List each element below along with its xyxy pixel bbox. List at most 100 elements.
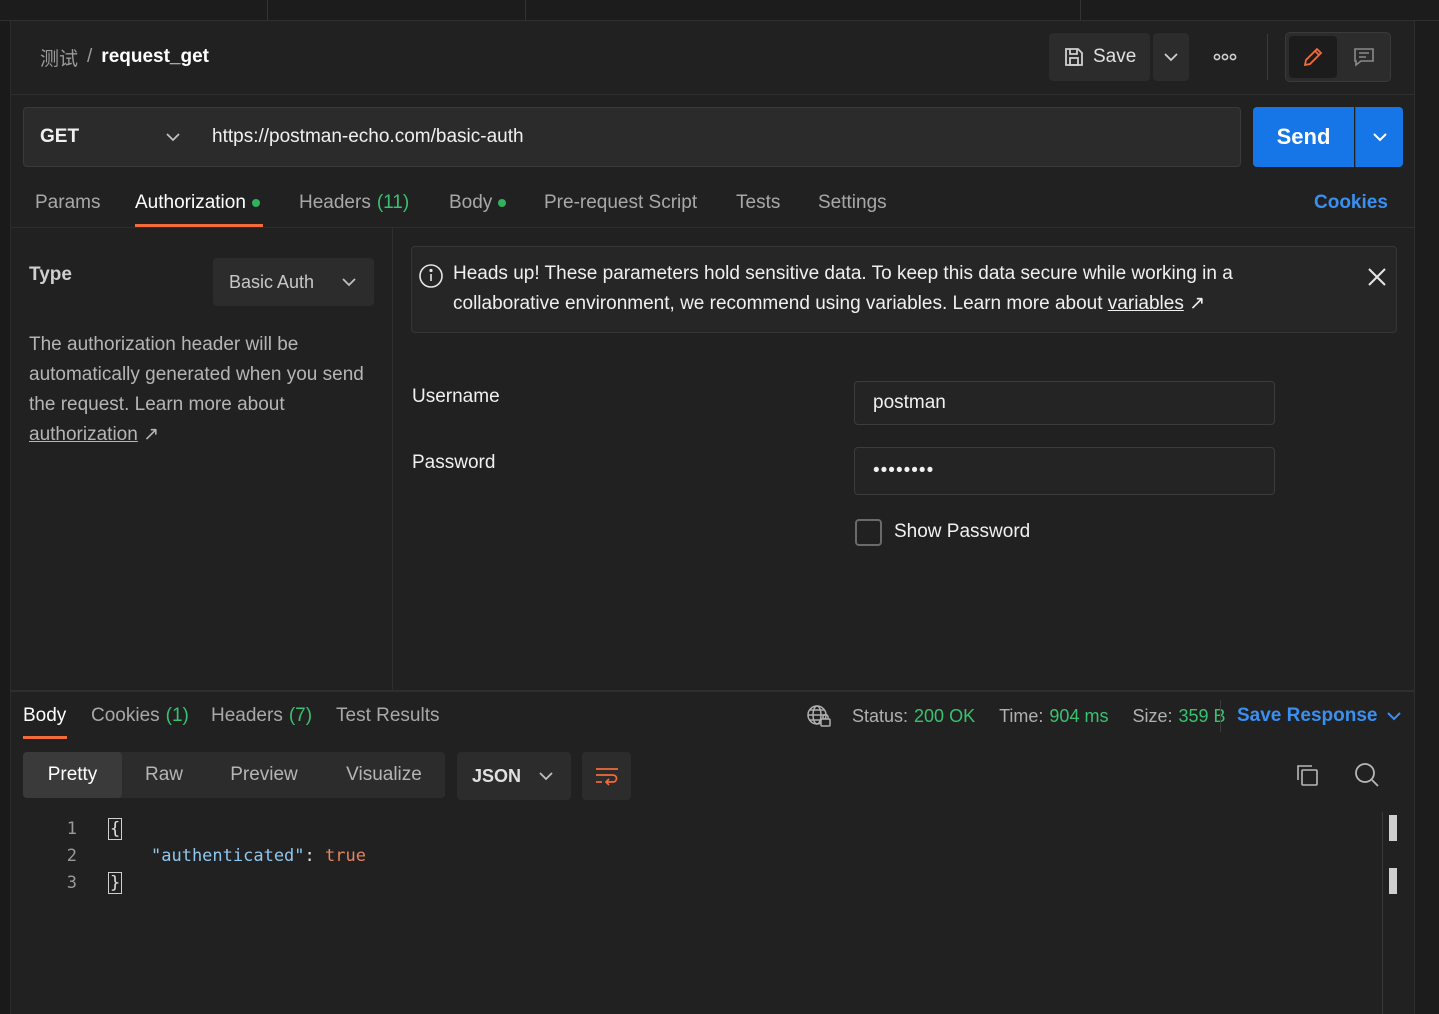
banner-message: Heads up! These parameters hold sensitiv…: [453, 259, 1333, 319]
show-password-checkbox[interactable]: [855, 519, 882, 546]
tab-tests[interactable]: Tests: [736, 190, 780, 216]
username-input[interactable]: postman: [854, 381, 1275, 425]
tab-settings[interactable]: Settings: [818, 190, 887, 216]
copy-icon: [1293, 761, 1321, 789]
chevron-down-icon: [342, 277, 356, 287]
password-input[interactable]: ••••••••: [854, 447, 1275, 495]
line-number: 3: [66, 873, 77, 893]
view-preview-button[interactable]: Preview: [216, 752, 312, 798]
workspace-tab[interactable]: [268, 0, 526, 21]
tab-pre-request-script[interactable]: Pre-request Script: [544, 190, 697, 216]
tab-body[interactable]: Body: [449, 190, 507, 216]
search-button[interactable]: [1353, 761, 1381, 789]
breadcrumb: 测试 / request_get: [40, 44, 209, 70]
chevron-down-icon: [1164, 52, 1178, 62]
info-icon: [418, 263, 444, 289]
tab-label: Settings: [818, 192, 887, 213]
method-select[interactable]: GET: [23, 107, 197, 167]
response-meta: Status: 200 OK Time: 904 ms Size: 359 B: [806, 703, 1226, 729]
send-options-button[interactable]: [1355, 107, 1403, 167]
save-options-button[interactable]: [1153, 33, 1189, 81]
workspace-tab[interactable]: [0, 0, 268, 21]
close-brace: }: [108, 872, 123, 894]
code-line: {: [108, 818, 123, 840]
json-key: "authenticated": [151, 846, 305, 866]
auth-description-text: The authorization header will be automat…: [29, 334, 364, 415]
auth-description: The authorization header will be automat…: [29, 330, 379, 450]
wrap-lines-icon: [594, 765, 620, 787]
network-globe-icon[interactable]: [806, 703, 832, 729]
breadcrumb-separator: /: [87, 46, 93, 67]
right-sidebar-edge: [1414, 21, 1439, 1014]
auth-type-value: Basic Auth: [229, 271, 315, 292]
request-name[interactable]: request_get: [101, 46, 209, 68]
auth-type-select[interactable]: Basic Auth: [213, 258, 374, 306]
open-brace: {: [108, 818, 123, 840]
active-tab-indicator: [23, 736, 67, 739]
modified-indicator-dot: [498, 199, 507, 207]
save-label: Save: [1093, 46, 1137, 67]
more-options-button[interactable]: [1205, 40, 1245, 74]
wrap-lines-button[interactable]: [582, 752, 631, 800]
size-value[interactable]: 359 B: [1178, 706, 1225, 727]
comment-icon: [1352, 46, 1376, 68]
view-raw-button[interactable]: Raw: [128, 752, 200, 798]
view-visualize-button[interactable]: Visualize: [330, 752, 438, 798]
more-horizontal-icon: [1213, 53, 1237, 61]
save-icon: [1063, 46, 1085, 68]
comments-button[interactable]: [1341, 36, 1387, 78]
save-response-button[interactable]: Save Response: [1237, 703, 1402, 729]
workspace-tab-empty: [526, 0, 1081, 21]
auth-type-label: Type: [29, 264, 72, 285]
response-tab-headers[interactable]: Headers (7): [211, 703, 312, 729]
send-button[interactable]: Send: [1253, 107, 1354, 167]
chevron-down-icon: [1387, 711, 1402, 721]
response-tab-body[interactable]: Body: [23, 703, 66, 729]
chevron-down-icon: [539, 771, 553, 781]
divider: [11, 227, 1414, 228]
editor-scrollbar[interactable]: [1382, 812, 1383, 1014]
response-tab-cookies[interactable]: Cookies (1): [91, 703, 189, 729]
tab-label: Cookies: [91, 705, 160, 726]
time-value[interactable]: 904 ms: [1049, 706, 1108, 727]
code-line: "authenticated": true: [151, 846, 366, 866]
tab-label: Tests: [736, 192, 781, 213]
close-banner-button[interactable]: [1366, 266, 1388, 288]
chevron-down-icon: [1372, 132, 1387, 142]
breadcrumb-parent[interactable]: 测试: [40, 44, 78, 71]
tab-count: (1): [165, 705, 189, 726]
size-label: Size:: [1132, 705, 1173, 726]
show-password-label[interactable]: Show Password: [894, 521, 1030, 543]
left-gutter: [0, 21, 11, 1014]
response-divider[interactable]: [11, 690, 1414, 692]
modified-indicator-dot: [251, 199, 260, 207]
authorization-docs-link[interactable]: authorization: [29, 424, 138, 445]
external-link-icon: ↗: [143, 424, 159, 445]
status-value[interactable]: 200 OK: [914, 706, 975, 727]
search-icon: [1353, 761, 1381, 789]
username-label: Username: [412, 386, 500, 407]
external-link-icon: ↗: [1189, 293, 1206, 314]
tab-label: Params: [35, 192, 101, 213]
cookies-link[interactable]: Cookies: [1314, 190, 1388, 216]
edit-mode-button[interactable]: [1289, 36, 1337, 78]
json-colon: :: [304, 846, 326, 866]
tab-label: Authorization: [135, 192, 246, 213]
tab-label: Test Results: [336, 705, 440, 726]
tab-headers[interactable]: Headers (11): [299, 190, 409, 216]
tab-params[interactable]: Params: [35, 190, 100, 216]
json-value: true: [325, 846, 366, 866]
toolbar-divider: [1267, 34, 1268, 80]
view-pretty-button[interactable]: Pretty: [23, 752, 122, 798]
save-button[interactable]: Save: [1049, 33, 1150, 81]
tab-authorization[interactable]: Authorization: [135, 190, 260, 216]
response-tab-test-results[interactable]: Test Results: [336, 703, 439, 729]
url-input[interactable]: https://postman-echo.com/basic-auth: [196, 107, 1241, 167]
tab-label: Headers: [211, 705, 283, 726]
tab-count: (11): [376, 192, 410, 213]
variables-docs-link[interactable]: variables: [1108, 293, 1184, 314]
copy-button[interactable]: [1293, 761, 1321, 789]
save-response-label: Save Response: [1237, 705, 1378, 726]
panel-divider: [392, 228, 393, 690]
format-select[interactable]: JSON: [457, 752, 571, 800]
